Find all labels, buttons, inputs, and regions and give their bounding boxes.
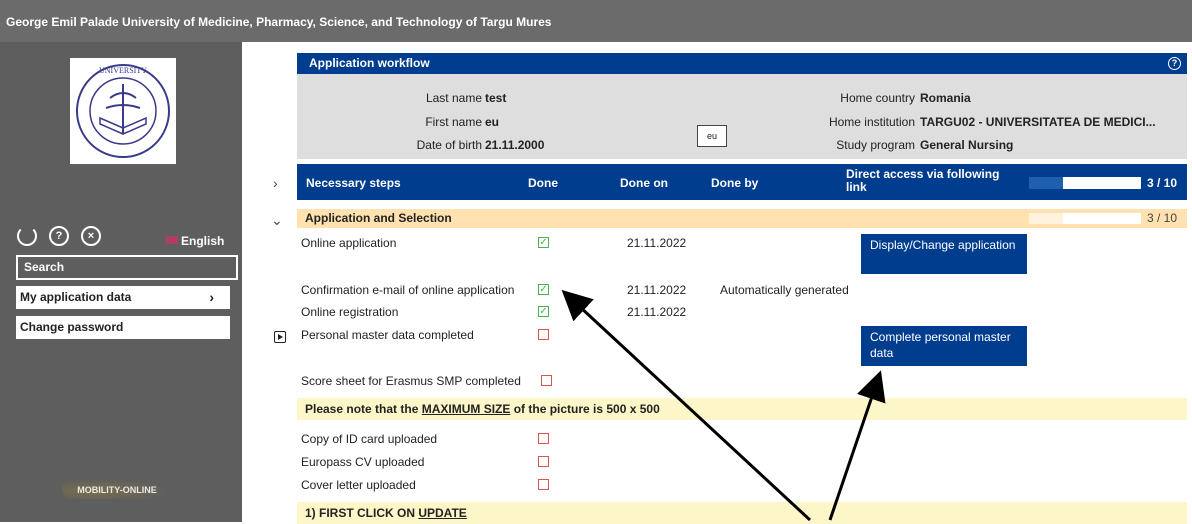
arrow-to-complete-button (828, 370, 886, 521)
arrow-to-confirmation-checkbox (561, 289, 812, 522)
annotation-arrows (561, 289, 886, 522)
